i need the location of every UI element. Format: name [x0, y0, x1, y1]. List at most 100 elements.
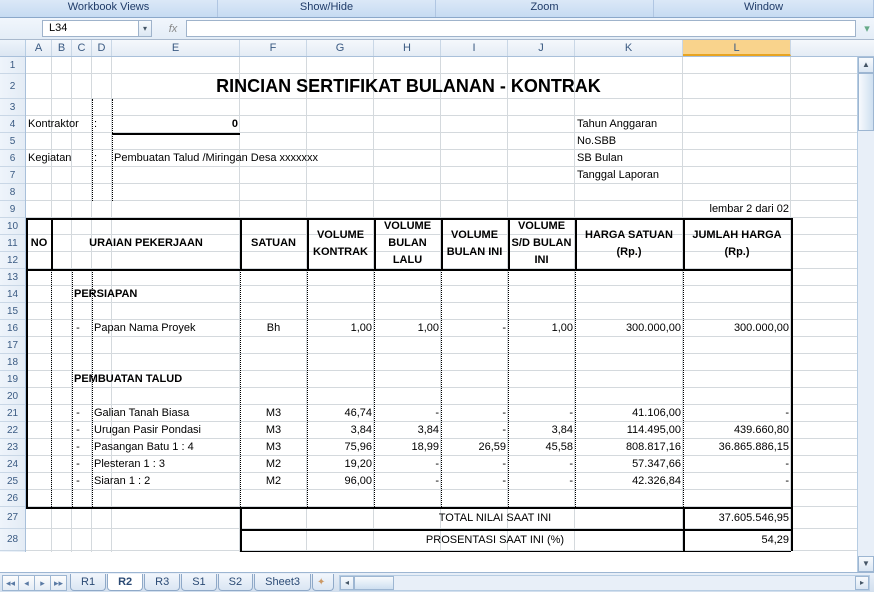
row-header-3[interactable]: 3	[0, 99, 25, 116]
hscroll-thumb[interactable]	[354, 576, 394, 590]
row-header-14[interactable]: 14	[0, 286, 25, 303]
row-hs: 808.817,16	[575, 439, 683, 456]
row-header-2[interactable]: 2	[0, 74, 25, 99]
row-hs: 42.326,84	[575, 473, 683, 490]
formula-expand[interactable]: ▾	[860, 22, 874, 35]
sheet-tab-R2[interactable]: R2	[107, 574, 143, 591]
col-header-E[interactable]: E	[112, 40, 240, 56]
fx-icon[interactable]: fx	[164, 23, 182, 35]
hscroll-left[interactable]: ◂	[340, 576, 354, 590]
row-headers: 1234567891011121314151617181920212223242…	[0, 57, 26, 552]
row-header-27[interactable]: 27	[0, 507, 25, 529]
sheet-tabs: R1R2R3S1S2Sheet3✦	[70, 574, 335, 591]
row-vl: 3,84	[374, 422, 441, 439]
row-jh: 300.000,00	[683, 320, 791, 337]
col-header-B[interactable]: B	[52, 40, 72, 56]
horizontal-scrollbar[interactable]: ◂ ▸	[339, 575, 870, 591]
name-box-dropdown[interactable]: ▾	[138, 21, 151, 36]
row-jh: -	[683, 456, 791, 473]
row-header-7[interactable]: 7	[0, 167, 25, 184]
row-name: Plesteran 1 : 3	[92, 456, 240, 473]
row-jh: 36.865.886,15	[683, 439, 791, 456]
row-header-6[interactable]: 6	[0, 150, 25, 167]
row-header-23[interactable]: 23	[0, 439, 25, 456]
row-hs: 41.106,00	[575, 405, 683, 422]
row-sat: M2	[240, 456, 307, 473]
row-header-12[interactable]: 12	[0, 252, 25, 269]
row-vs: -	[508, 473, 575, 490]
row-vi: -	[441, 422, 508, 439]
ribbon-group-window[interactable]: Window	[654, 0, 874, 17]
hscroll-right[interactable]: ▸	[855, 576, 869, 590]
col-header-D[interactable]: D	[92, 40, 112, 56]
vscroll-thumb[interactable]	[858, 73, 874, 131]
col-header-G[interactable]: G	[307, 40, 374, 56]
sheet-tab-S1[interactable]: S1	[181, 574, 216, 591]
sheet-tab-S2[interactable]: S2	[218, 574, 253, 591]
row-header-8[interactable]: 8	[0, 184, 25, 201]
scroll-up-arrow[interactable]: ▲	[858, 57, 874, 73]
ribbon-group-views[interactable]: Workbook Views	[0, 0, 218, 17]
scroll-down-arrow[interactable]: ▼	[858, 556, 874, 572]
select-all-corner[interactable]	[0, 40, 26, 56]
vertical-scrollbar[interactable]: ▲ ▼	[857, 57, 874, 572]
row-header-10[interactable]: 10	[0, 218, 25, 235]
hdr-vi: VOLUME BULAN INI	[441, 218, 508, 269]
row-header-1[interactable]: 1	[0, 57, 25, 74]
tab-nav-prev[interactable]: ◂	[18, 575, 35, 591]
label-lembar: lembar 2 dari 02	[575, 201, 791, 218]
row-jh: -	[683, 473, 791, 490]
tab-nav-next[interactable]: ▸	[34, 575, 51, 591]
col-header-J[interactable]: J	[508, 40, 575, 56]
col-header-L[interactable]: L	[683, 40, 791, 56]
spreadsheet-grid[interactable]: A B C D E F G H I J K L 1234567891011121…	[0, 40, 874, 552]
name-box[interactable]: L34 ▾	[42, 20, 152, 37]
row-sat: M3	[240, 439, 307, 456]
sheet-tab-Sheet3[interactable]: Sheet3	[254, 574, 311, 591]
row-header-9[interactable]: 9	[0, 201, 25, 218]
hdr-no: NO	[26, 218, 52, 269]
ribbon-group-showhide[interactable]: Show/Hide	[218, 0, 436, 17]
row-header-28[interactable]: 28	[0, 529, 25, 551]
tab-nav-last[interactable]: ▸▸	[50, 575, 67, 591]
col-header-H[interactable]: H	[374, 40, 441, 56]
row-vl: 18,99	[374, 439, 441, 456]
col-header-F[interactable]: F	[240, 40, 307, 56]
row-header-4[interactable]: 4	[0, 116, 25, 133]
sheet-tab-R1[interactable]: R1	[70, 574, 106, 591]
row-header-21[interactable]: 21	[0, 405, 25, 422]
row-dash: -	[72, 320, 84, 337]
row-header-22[interactable]: 22	[0, 422, 25, 439]
ribbon-group-zoom[interactable]: Zoom	[436, 0, 654, 17]
col-header-K[interactable]: K	[575, 40, 683, 56]
row-header-20[interactable]: 20	[0, 388, 25, 405]
tab-nav-first[interactable]: ◂◂	[2, 575, 19, 591]
sheet-tab-R3[interactable]: R3	[144, 574, 180, 591]
row-vs: 3,84	[508, 422, 575, 439]
col-header-A[interactable]: A	[26, 40, 52, 56]
insert-sheet-icon[interactable]: ✦	[312, 574, 334, 591]
row-header-25[interactable]: 25	[0, 473, 25, 490]
col-header-I[interactable]: I	[441, 40, 508, 56]
row-header-16[interactable]: 16	[0, 320, 25, 337]
col-header-C[interactable]: C	[72, 40, 92, 56]
row-header-18[interactable]: 18	[0, 354, 25, 371]
row-vl: -	[374, 456, 441, 473]
label-tgl: Tanggal Laporan	[575, 167, 725, 184]
row-header-15[interactable]: 15	[0, 303, 25, 320]
formula-input[interactable]	[186, 20, 856, 37]
row-header-11[interactable]: 11	[0, 235, 25, 252]
label-nosbb: No.SBB	[575, 133, 725, 150]
row-vi: -	[441, 320, 508, 337]
row-dash: -	[72, 456, 84, 473]
row-header-19[interactable]: 19	[0, 371, 25, 388]
row-header-17[interactable]: 17	[0, 337, 25, 354]
row-header-5[interactable]: 5	[0, 133, 25, 150]
row-header-24[interactable]: 24	[0, 456, 25, 473]
row-header-13[interactable]: 13	[0, 269, 25, 286]
row-vl: 1,00	[374, 320, 441, 337]
cells-area[interactable]: RINCIAN SERTIFIKAT BULANAN - KONTRAKKont…	[26, 57, 874, 552]
row-header-26[interactable]: 26	[0, 490, 25, 507]
row-name: Papan Nama Proyek	[92, 320, 240, 337]
row-sat: M2	[240, 473, 307, 490]
